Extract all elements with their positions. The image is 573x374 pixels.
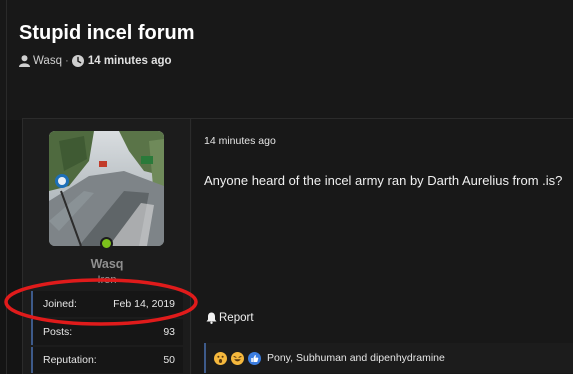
thread-meta: Wasq · 14 minutes ago xyxy=(19,53,172,69)
thread-title: Stupid incel forum xyxy=(19,22,195,44)
report-button[interactable]: Report xyxy=(206,312,254,324)
stat-label: Reputation: xyxy=(43,354,97,366)
bell-icon xyxy=(206,312,217,324)
wow-reaction-icon xyxy=(214,351,227,365)
user-icon xyxy=(19,55,30,67)
post-message: Wasq Iron Joined: Feb 14, 2019 Posts: 93… xyxy=(22,118,573,374)
post-author-username[interactable]: Wasq xyxy=(23,257,191,271)
thread-time-link[interactable]: 14 minutes ago xyxy=(88,55,172,67)
thread-author-link[interactable]: Wasq xyxy=(33,55,62,67)
post-time-link[interactable]: 14 minutes ago xyxy=(204,135,276,147)
online-status-indicator xyxy=(100,237,113,250)
post-content-column: 14 minutes ago Anyone heard of the incel… xyxy=(192,119,573,374)
reaction-users-link[interactable]: Pony, Subhuman and dipenhydramine xyxy=(267,352,445,364)
stat-reputation: Reputation: 50 xyxy=(31,347,183,373)
laugh-reaction-icon xyxy=(231,351,244,365)
meta-separator: · xyxy=(64,55,69,67)
avatar-photo xyxy=(49,131,164,246)
red-circle-annotation xyxy=(4,278,198,326)
avatar[interactable] xyxy=(49,131,164,246)
post-user-column: Wasq Iron Joined: Feb 14, 2019 Posts: 93… xyxy=(23,119,191,374)
stat-value: 50 xyxy=(163,354,175,366)
post-body: Anyone heard of the incel army ran by Da… xyxy=(204,173,563,188)
reactions-bar[interactable]: Pony, Subhuman and dipenhydramine xyxy=(204,343,573,373)
report-label: Report xyxy=(219,312,254,324)
like-reaction-icon xyxy=(248,351,261,365)
clock-icon xyxy=(71,55,84,67)
